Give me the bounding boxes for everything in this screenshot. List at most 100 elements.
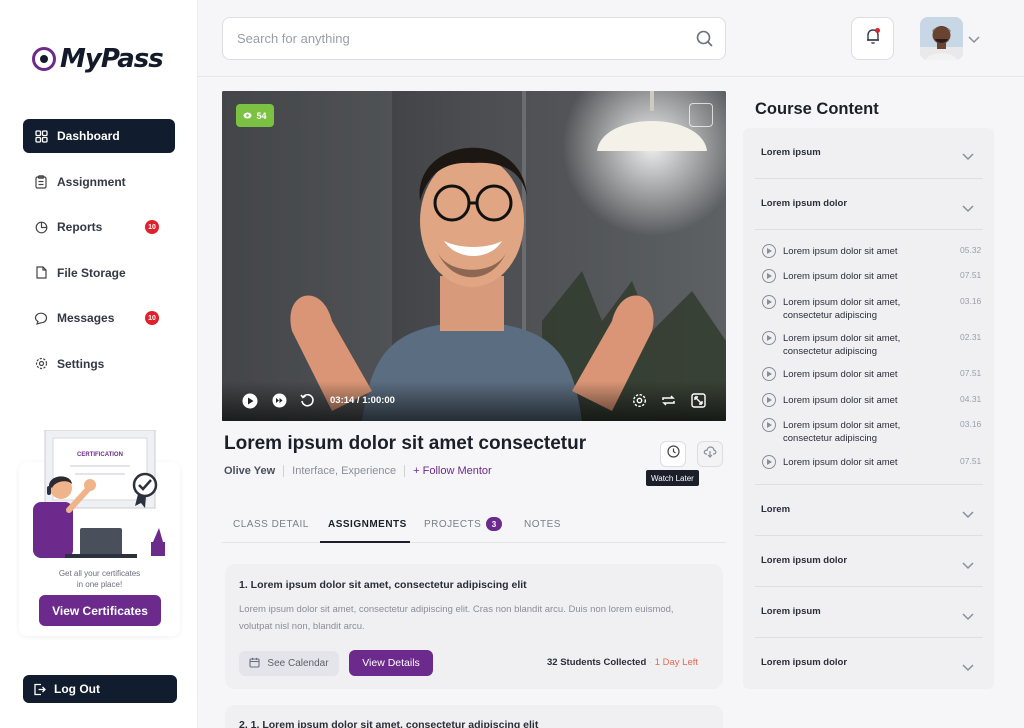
lesson-item[interactable]: Lorem ipsum dolor sit amet 04.31 [762,393,987,407]
sidebar-item-label: File Storage [57,265,126,280]
chevron-down-icon[interactable] [961,659,975,677]
certificates-text: Get all your certificates in one place! [58,569,141,589]
view-certificates-button[interactable]: View Certificates [39,595,161,626]
play-icon[interactable] [242,393,258,409]
sidebar-item-settings[interactable]: Settings [23,347,175,381]
brand-prefix: My [60,44,102,74]
section-header[interactable]: Lorem ipsum dolor [761,198,847,209]
lesson-duration: 07.51 [960,368,982,378]
section-divider [755,229,983,230]
tab-assignments[interactable]: ASSIGNMENTS [328,519,407,530]
gear-icon [34,357,48,371]
lesson-item[interactable]: Lorem ipsum dolor sit amet, consectetur … [762,295,987,322]
assignment-title: 1. Lorem ipsum dolor sit amet, consectet… [239,579,527,591]
sidebar-item-file-storage[interactable]: File Storage [23,256,175,290]
section-header[interactable]: Lorem ipsum dolor [761,555,847,566]
divider [283,465,285,477]
section-header[interactable]: Lorem [761,504,790,515]
play-circle-icon [762,393,776,407]
grid-icon [34,129,48,143]
sidebar-item-messages[interactable]: Messages 10 [23,301,175,335]
see-calendar-label: See Calendar [267,658,329,669]
follow-mentor-link[interactable]: + Follow Mentor [413,465,492,477]
section-divider [755,637,983,638]
lesson-duration: 03.16 [960,296,982,306]
search-input[interactable] [237,31,677,46]
chevron-down-icon[interactable] [961,608,975,626]
brand-suffix: Pass [100,44,164,74]
mentor-name[interactable]: Olive Yew [224,465,275,477]
lesson-item[interactable]: Lorem ipsum dolor sit amet, consectetur … [762,418,987,445]
lesson-item[interactable]: Lorem ipsum dolor sit amet 07.51 [762,455,987,469]
notification-badge: 10 [145,220,159,234]
views-count: 54 [256,110,267,121]
section-header[interactable]: Lorem ipsum [761,147,821,158]
lesson-duration: 05.32 [960,245,982,255]
calendar-icon [249,657,260,671]
focus-frame-icon[interactable] [689,103,713,127]
certificate-illustration: CERTIFICATION [33,430,165,558]
dot-separator: · [648,657,653,668]
video-controls [222,381,726,421]
course-content-panel [743,128,994,689]
logout-button[interactable]: Log Out [23,675,177,703]
lesson-duration: 02.31 [960,332,982,342]
play-circle-icon [762,269,776,283]
lesson-duration: 07.51 [960,270,982,280]
logo[interactable]: MyPass [32,44,164,74]
watch-later-button[interactable] [660,441,686,467]
sidebar-item-reports[interactable]: Reports 10 [23,210,175,244]
lesson-item[interactable]: Lorem ipsum dolor sit amet 07.51 [762,269,987,283]
chevron-down-icon[interactable] [961,148,975,166]
sidebar-item-assignment[interactable]: Assignment [23,165,175,199]
play-circle-icon [762,331,776,345]
eye-icon [243,111,252,121]
chat-icon [34,311,48,325]
sidebar-item-dashboard[interactable]: Dashboard [23,119,175,153]
header-divider [198,76,1024,77]
active-tab-indicator [320,541,410,543]
tab-class-detail[interactable]: CLASS DETAIL [233,519,309,530]
tab-notes[interactable]: NOTES [524,519,561,530]
section-header[interactable]: Lorem ipsum [761,606,821,617]
clipboard-icon [34,174,48,189]
notifications-button[interactable] [851,17,894,60]
logo-icon [32,47,56,71]
course-title: Lorem ipsum dolor sit amet consectetur [224,433,587,454]
lesson-duration: 07.51 [960,456,982,466]
section-divider [755,178,983,179]
replay-icon[interactable] [300,393,315,408]
tab-projects[interactable]: PROJECTS [424,519,481,530]
view-details-button[interactable]: View Details [349,650,433,676]
search-icon[interactable] [696,30,713,52]
lesson-item[interactable]: Lorem ipsum dolor sit amet 07.51 [762,367,987,381]
download-button[interactable] [697,441,723,467]
sidebar-nav: Dashboard Assignment Reports 10 File Sto… [23,119,175,392]
playback-time: 03:14 / 1:00:00 [330,395,395,406]
assignment-status: 32 Students Collected · 1 Day Left [547,657,698,668]
section-divider [755,586,983,587]
sidebar-item-label: Messages [57,311,115,325]
video-player[interactable] [222,91,726,421]
lesson-item[interactable]: Lorem ipsum dolor sit amet 05.32 [762,244,987,258]
assignment-title: 2. 1. Lorem ipsum dolor sit amet, consec… [239,719,539,728]
section-divider [755,484,983,485]
chevron-down-icon[interactable] [961,200,975,218]
chevron-down-icon[interactable] [967,31,981,49]
projects-count-badge: 3 [486,517,502,531]
pie-chart-icon [34,220,48,234]
play-circle-icon [762,418,776,432]
chevron-down-icon[interactable] [961,506,975,524]
fullscreen-icon[interactable] [691,393,706,408]
section-header[interactable]: Lorem ipsum dolor [761,657,847,668]
play-circle-icon [762,295,776,309]
loop-icon[interactable] [661,393,676,408]
settings-icon[interactable] [632,393,647,408]
skip-forward-icon[interactable] [272,393,287,408]
avatar[interactable] [920,17,963,60]
course-tags: Interface, Experience [292,465,397,477]
see-calendar-button[interactable]: See Calendar [239,651,339,676]
lesson-item[interactable]: Lorem ipsum dolor sit amet, consectetur … [762,331,987,358]
play-circle-icon [762,367,776,381]
chevron-down-icon[interactable] [961,557,975,575]
